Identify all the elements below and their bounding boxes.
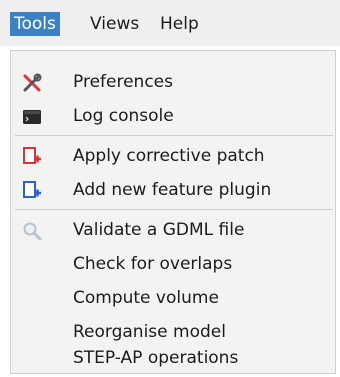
menu-item-validate-gdml[interactable]: Validate a GDML file <box>11 213 335 247</box>
menu-item-add-new-feature-plugin[interactable]: Add new feature plugin <box>11 173 335 207</box>
menu-separator <box>15 209 333 210</box>
menu-bar: Tools Views Help <box>0 0 340 46</box>
feature-plugin-icon <box>22 181 42 201</box>
terminal-icon <box>22 107 42 127</box>
tools-dropdown-menu: Preferences Log console Apply corrective… <box>10 50 336 374</box>
menu-item-label: Compute volume <box>73 288 219 308</box>
menu-item-compute-volume[interactable]: Compute volume <box>11 281 335 315</box>
menu-item-step-ap-operations[interactable]: STEP-AP operations <box>11 341 335 375</box>
menu-help[interactable]: Help <box>156 12 203 36</box>
magnifier-icon <box>22 221 42 241</box>
menu-item-check-overlaps[interactable]: Check for overlaps <box>11 247 335 281</box>
menu-tools[interactable]: Tools <box>10 12 60 36</box>
menu-item-label: Add new feature plugin <box>73 180 272 200</box>
menu-item-log-console[interactable]: Log console <box>11 99 335 133</box>
menu-item-label: Preferences <box>73 72 173 92</box>
menu-item-label: Validate a GDML file <box>73 220 245 240</box>
menu-separator <box>15 135 333 136</box>
menu-item-label: Apply corrective patch <box>73 146 265 166</box>
menu-item-preferences[interactable]: Preferences <box>11 65 335 99</box>
menu-item-label: Check for overlaps <box>73 254 233 274</box>
menu-item-apply-corrective-patch[interactable]: Apply corrective patch <box>11 139 335 173</box>
menu-item-label: Log console <box>73 106 174 126</box>
patch-plugin-icon <box>22 147 42 167</box>
menu-item-label: STEP-AP operations <box>73 348 239 368</box>
menu-views[interactable]: Views <box>86 12 143 36</box>
tools-icon <box>22 73 42 93</box>
